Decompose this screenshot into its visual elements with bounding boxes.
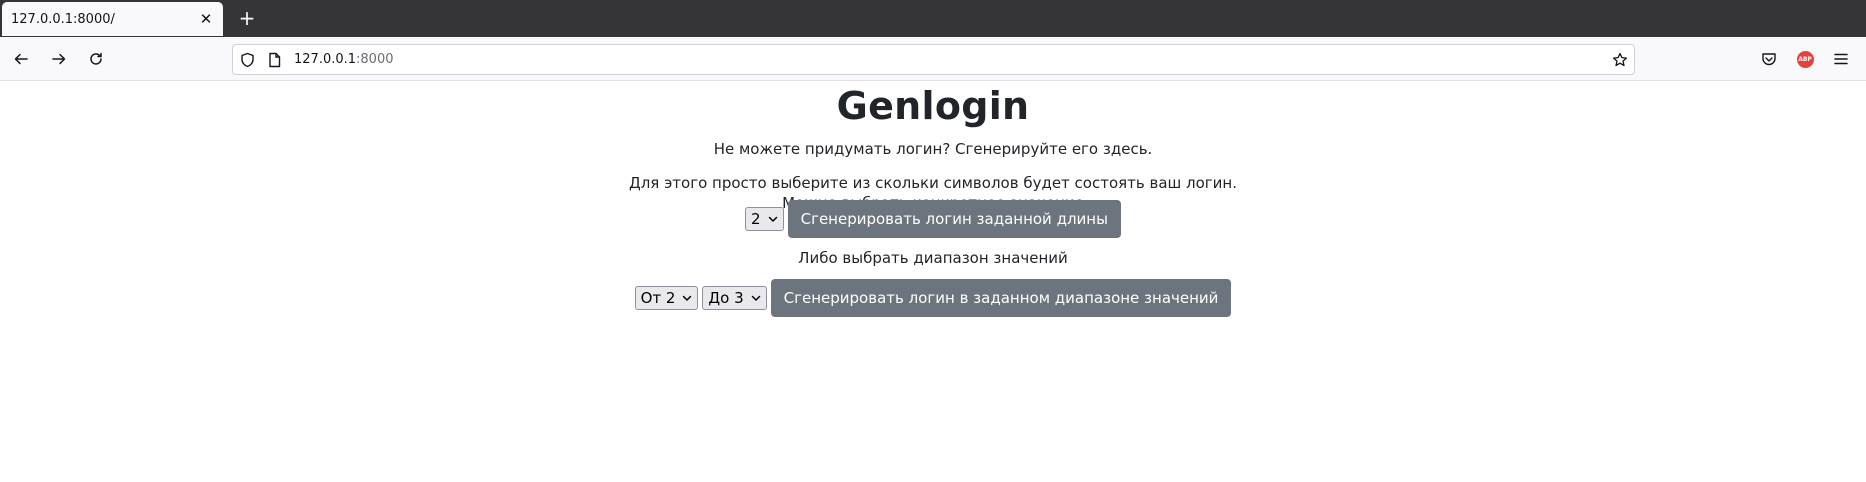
- page-title: Genlogin: [836, 84, 1030, 128]
- browser-tab-bar: 127.0.0.1:8000/ ✕ +: [0, 0, 1866, 37]
- range-label: Либо выбрать диапазон значений: [798, 249, 1068, 267]
- page-icon[interactable]: [266, 52, 282, 68]
- generate-range-button[interactable]: Сгенерировать логин в заданном диапазоне…: [770, 279, 1232, 317]
- abp-badge: ABP: [1796, 50, 1814, 68]
- browser-tab[interactable]: 127.0.0.1:8000/ ✕: [2, 2, 223, 36]
- url-port: :8000: [356, 52, 394, 67]
- chevron-down-icon: [768, 216, 778, 223]
- back-arrow-icon[interactable]: [8, 47, 34, 71]
- close-tab-icon[interactable]: ✕: [197, 10, 215, 28]
- generate-fixed-length-button[interactable]: Сгенерировать логин заданной длины: [787, 200, 1121, 238]
- new-tab-icon[interactable]: +: [236, 7, 258, 29]
- forward-arrow-icon[interactable]: [46, 47, 72, 71]
- range-to-select[interactable]: До 3: [702, 286, 767, 310]
- tab-title: 127.0.0.1:8000/: [11, 12, 115, 27]
- browser-nav-bar: 127.0.0.1:8000 ABP: [0, 37, 1866, 81]
- length-select[interactable]: 2: [745, 207, 784, 231]
- chevron-down-icon: [682, 295, 692, 302]
- page-content: Genlogin Не можете придумать логин? Сген…: [0, 82, 1866, 482]
- length-select-value: 2: [751, 210, 761, 228]
- url-text: 127.0.0.1:8000: [294, 52, 394, 67]
- instruction-line-1: Для этого просто выберите из скольки сим…: [628, 174, 1238, 192]
- range-from-select[interactable]: От 2: [634, 286, 699, 310]
- bookmark-star-icon[interactable]: [1612, 52, 1628, 68]
- range-form-row: От 2 До 3 Сгенерировать логин в заданном…: [0, 279, 1866, 317]
- single-length-form-row: 2 Сгенерировать логин заданной длины: [0, 200, 1866, 238]
- adblock-plus-icon[interactable]: ABP: [1793, 47, 1817, 71]
- address-bar[interactable]: 127.0.0.1:8000: [232, 44, 1635, 75]
- range-from-value: От 2: [640, 289, 676, 307]
- subtitle: Не можете придумать логин? Сгенерируйте …: [713, 140, 1153, 158]
- shield-icon[interactable]: [239, 52, 255, 68]
- reload-icon[interactable]: [83, 47, 109, 71]
- chevron-down-icon: [751, 295, 761, 302]
- menu-hamburger-icon[interactable]: [1829, 47, 1853, 71]
- pocket-icon[interactable]: [1757, 47, 1781, 71]
- range-to-value: До 3: [708, 289, 744, 307]
- url-host: 127.0.0.1: [294, 52, 357, 67]
